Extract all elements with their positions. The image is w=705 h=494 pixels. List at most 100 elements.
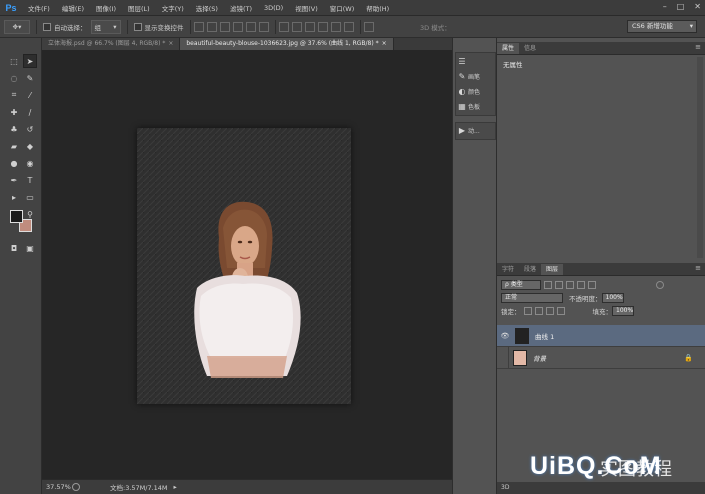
filter-smart-object-icon[interactable] xyxy=(588,280,596,289)
lock-position-icon[interactable] xyxy=(545,306,554,315)
blur-tool-icon[interactable]: ● xyxy=(7,156,21,170)
filter-pixel-icon[interactable] xyxy=(544,280,552,289)
menu-layer[interactable]: 图层(L) xyxy=(122,3,156,13)
layer-row-background[interactable]: 背景 🔒 xyxy=(497,346,705,369)
distribute-bottom-icon[interactable] xyxy=(304,21,315,32)
tab-properties[interactable]: 属性 xyxy=(497,43,520,54)
dock-color-button[interactable]: ◐ 颜色 xyxy=(456,84,496,99)
distribute-top-icon[interactable] xyxy=(278,21,289,32)
auto-select-dropdown[interactable]: 组 ▾ xyxy=(90,19,121,34)
tab-info[interactable]: 信息 xyxy=(519,43,541,54)
blend-mode-dropdown[interactable]: 正常 xyxy=(501,292,563,303)
menu-image[interactable]: 图像(I) xyxy=(90,3,122,13)
align-top-icon[interactable] xyxy=(193,21,204,32)
status-info-icon[interactable] xyxy=(72,483,80,491)
align-vcenter-icon[interactable] xyxy=(206,21,217,32)
workspace-switcher[interactable]: CS6 新增功能 xyxy=(627,20,697,33)
minimize-button[interactable]: – xyxy=(663,2,667,11)
lasso-tool-icon[interactable]: ◌ xyxy=(7,71,21,85)
screen-mode-icon[interactable]: ▣ xyxy=(23,241,37,255)
dock-adjust-button[interactable]: ☰ xyxy=(456,54,496,69)
visibility-toggle[interactable] xyxy=(497,346,509,369)
crop-tool-icon[interactable]: ⌗ xyxy=(7,88,21,102)
tab-paragraph[interactable]: 段落 xyxy=(519,264,541,275)
lock-pixels-icon[interactable] xyxy=(534,306,543,315)
foreground-color-swatch[interactable] xyxy=(10,210,23,223)
distribute-right-icon[interactable] xyxy=(343,21,354,32)
brush-tool-icon[interactable]: ∕ xyxy=(23,105,37,119)
fill-input[interactable]: 100% xyxy=(612,305,634,316)
dock-actions-button[interactable]: ▶ 动... xyxy=(456,123,496,138)
dock-brush-button[interactable]: ✎ 画笔 xyxy=(456,69,496,84)
dodge-tool-icon[interactable]: ◉ xyxy=(23,156,37,170)
menu-3d[interactable]: 3D(D) xyxy=(258,4,289,12)
healing-brush-tool-icon[interactable]: ✚ xyxy=(7,105,21,119)
layer-name[interactable]: 曲线 1 xyxy=(535,331,554,341)
filter-shape-icon[interactable] xyxy=(577,280,585,289)
tab-layers[interactable]: 图层 xyxy=(541,264,564,275)
menu-filter[interactable]: 滤镜(T) xyxy=(224,3,258,13)
path-select-tool-icon[interactable]: ▸ xyxy=(7,190,21,204)
properties-scrollbar[interactable] xyxy=(697,57,703,258)
document-image[interactable] xyxy=(137,128,351,404)
shape-tool-icon[interactable]: ▭ xyxy=(23,190,37,204)
status-menu-arrow-icon[interactable]: ▸ xyxy=(174,483,177,491)
auto-select-checkbox[interactable] xyxy=(43,22,51,31)
dock-swatches-button[interactable]: ▦ 色板 xyxy=(456,99,496,114)
eraser-tool-icon[interactable]: ▰ xyxy=(7,139,21,153)
panel-menu-icon[interactable]: ≡ xyxy=(695,43,701,51)
show-transform-checkbox[interactable] xyxy=(133,22,142,31)
align-left-icon[interactable] xyxy=(232,21,243,32)
clone-stamp-tool-icon[interactable]: ♣ xyxy=(7,122,21,136)
move-tool-preset-button[interactable]: ✥▾ xyxy=(4,19,30,34)
close-icon[interactable]: × xyxy=(168,40,173,47)
move-tool-icon[interactable]: ➤ xyxy=(23,54,37,68)
tab-character[interactable]: 字符 xyxy=(497,264,519,275)
layer-name[interactable]: 背景 xyxy=(533,353,546,363)
align-hcenter-icon[interactable] xyxy=(245,21,256,32)
distribute-vcenter-icon[interactable] xyxy=(291,21,302,32)
align-right-icon[interactable] xyxy=(258,21,269,32)
history-brush-tool-icon[interactable]: ↺ xyxy=(23,122,37,136)
no-properties-text: 无属性 xyxy=(503,61,523,69)
opacity-input[interactable]: 100% xyxy=(601,292,624,303)
distribute-left-icon[interactable] xyxy=(317,21,328,32)
menu-view[interactable]: 视图(V) xyxy=(289,3,324,13)
lock-transparency-icon[interactable] xyxy=(523,306,532,315)
menu-help[interactable]: 帮助(H) xyxy=(360,3,395,13)
panel-menu-icon[interactable]: ≡ xyxy=(695,264,701,272)
quick-select-tool-icon[interactable]: ✎ xyxy=(23,71,37,85)
distribute-hcenter-icon[interactable] xyxy=(330,21,341,32)
pen-tool-icon[interactable]: ✒ xyxy=(7,173,21,187)
color-icon: ◐ xyxy=(458,87,466,96)
layers-footer[interactable]: 3D xyxy=(497,482,705,494)
filter-adjustment-icon[interactable] xyxy=(555,280,563,289)
maximize-button[interactable]: □ xyxy=(677,2,685,11)
lock-all-icon[interactable] xyxy=(556,306,565,315)
visibility-eye-icon[interactable]: 👁 xyxy=(499,332,511,340)
layer-row-curves[interactable]: 👁 曲线 1 xyxy=(497,325,705,347)
quick-mask-icon[interactable]: ◘ xyxy=(7,241,21,255)
eyedropper-tool-icon[interactable]: ⁄ xyxy=(23,88,37,102)
layer-filter-dropdown[interactable]: ρ 类型 xyxy=(501,279,541,290)
zoom-level[interactable]: 37.57% xyxy=(46,483,71,491)
watermark-text: 实图教程 xyxy=(600,459,672,480)
menu-file[interactable]: 文件(F) xyxy=(22,3,56,13)
doc-tab-poster[interactable]: 立体海报.psd @ 66.7% (图层 4, RGB/8) * × xyxy=(42,38,181,50)
menu-edit[interactable]: 编辑(E) xyxy=(56,3,90,13)
menu-type[interactable]: 文字(Y) xyxy=(156,3,190,13)
type-tool-icon[interactable]: T xyxy=(23,173,37,187)
paint-bucket-tool-icon[interactable]: ◆ xyxy=(23,139,37,153)
filter-type-icon[interactable] xyxy=(566,280,574,289)
doc-tab-blouse[interactable]: beautiful-beauty-blouse-1036623.jpg @ 37… xyxy=(180,38,394,50)
filter-toggle-icon[interactable] xyxy=(656,280,664,289)
menu-select[interactable]: 选择(S) xyxy=(190,3,224,13)
close-icon[interactable]: × xyxy=(382,40,387,47)
marquee-tool-icon[interactable]: ⬚ xyxy=(7,54,21,68)
auto-align-icon[interactable] xyxy=(363,21,374,32)
canvas-area[interactable] xyxy=(42,50,452,479)
menu-window[interactable]: 窗口(W) xyxy=(324,3,361,13)
align-bottom-icon[interactable] xyxy=(219,21,230,32)
close-button[interactable]: ✕ xyxy=(694,2,701,11)
